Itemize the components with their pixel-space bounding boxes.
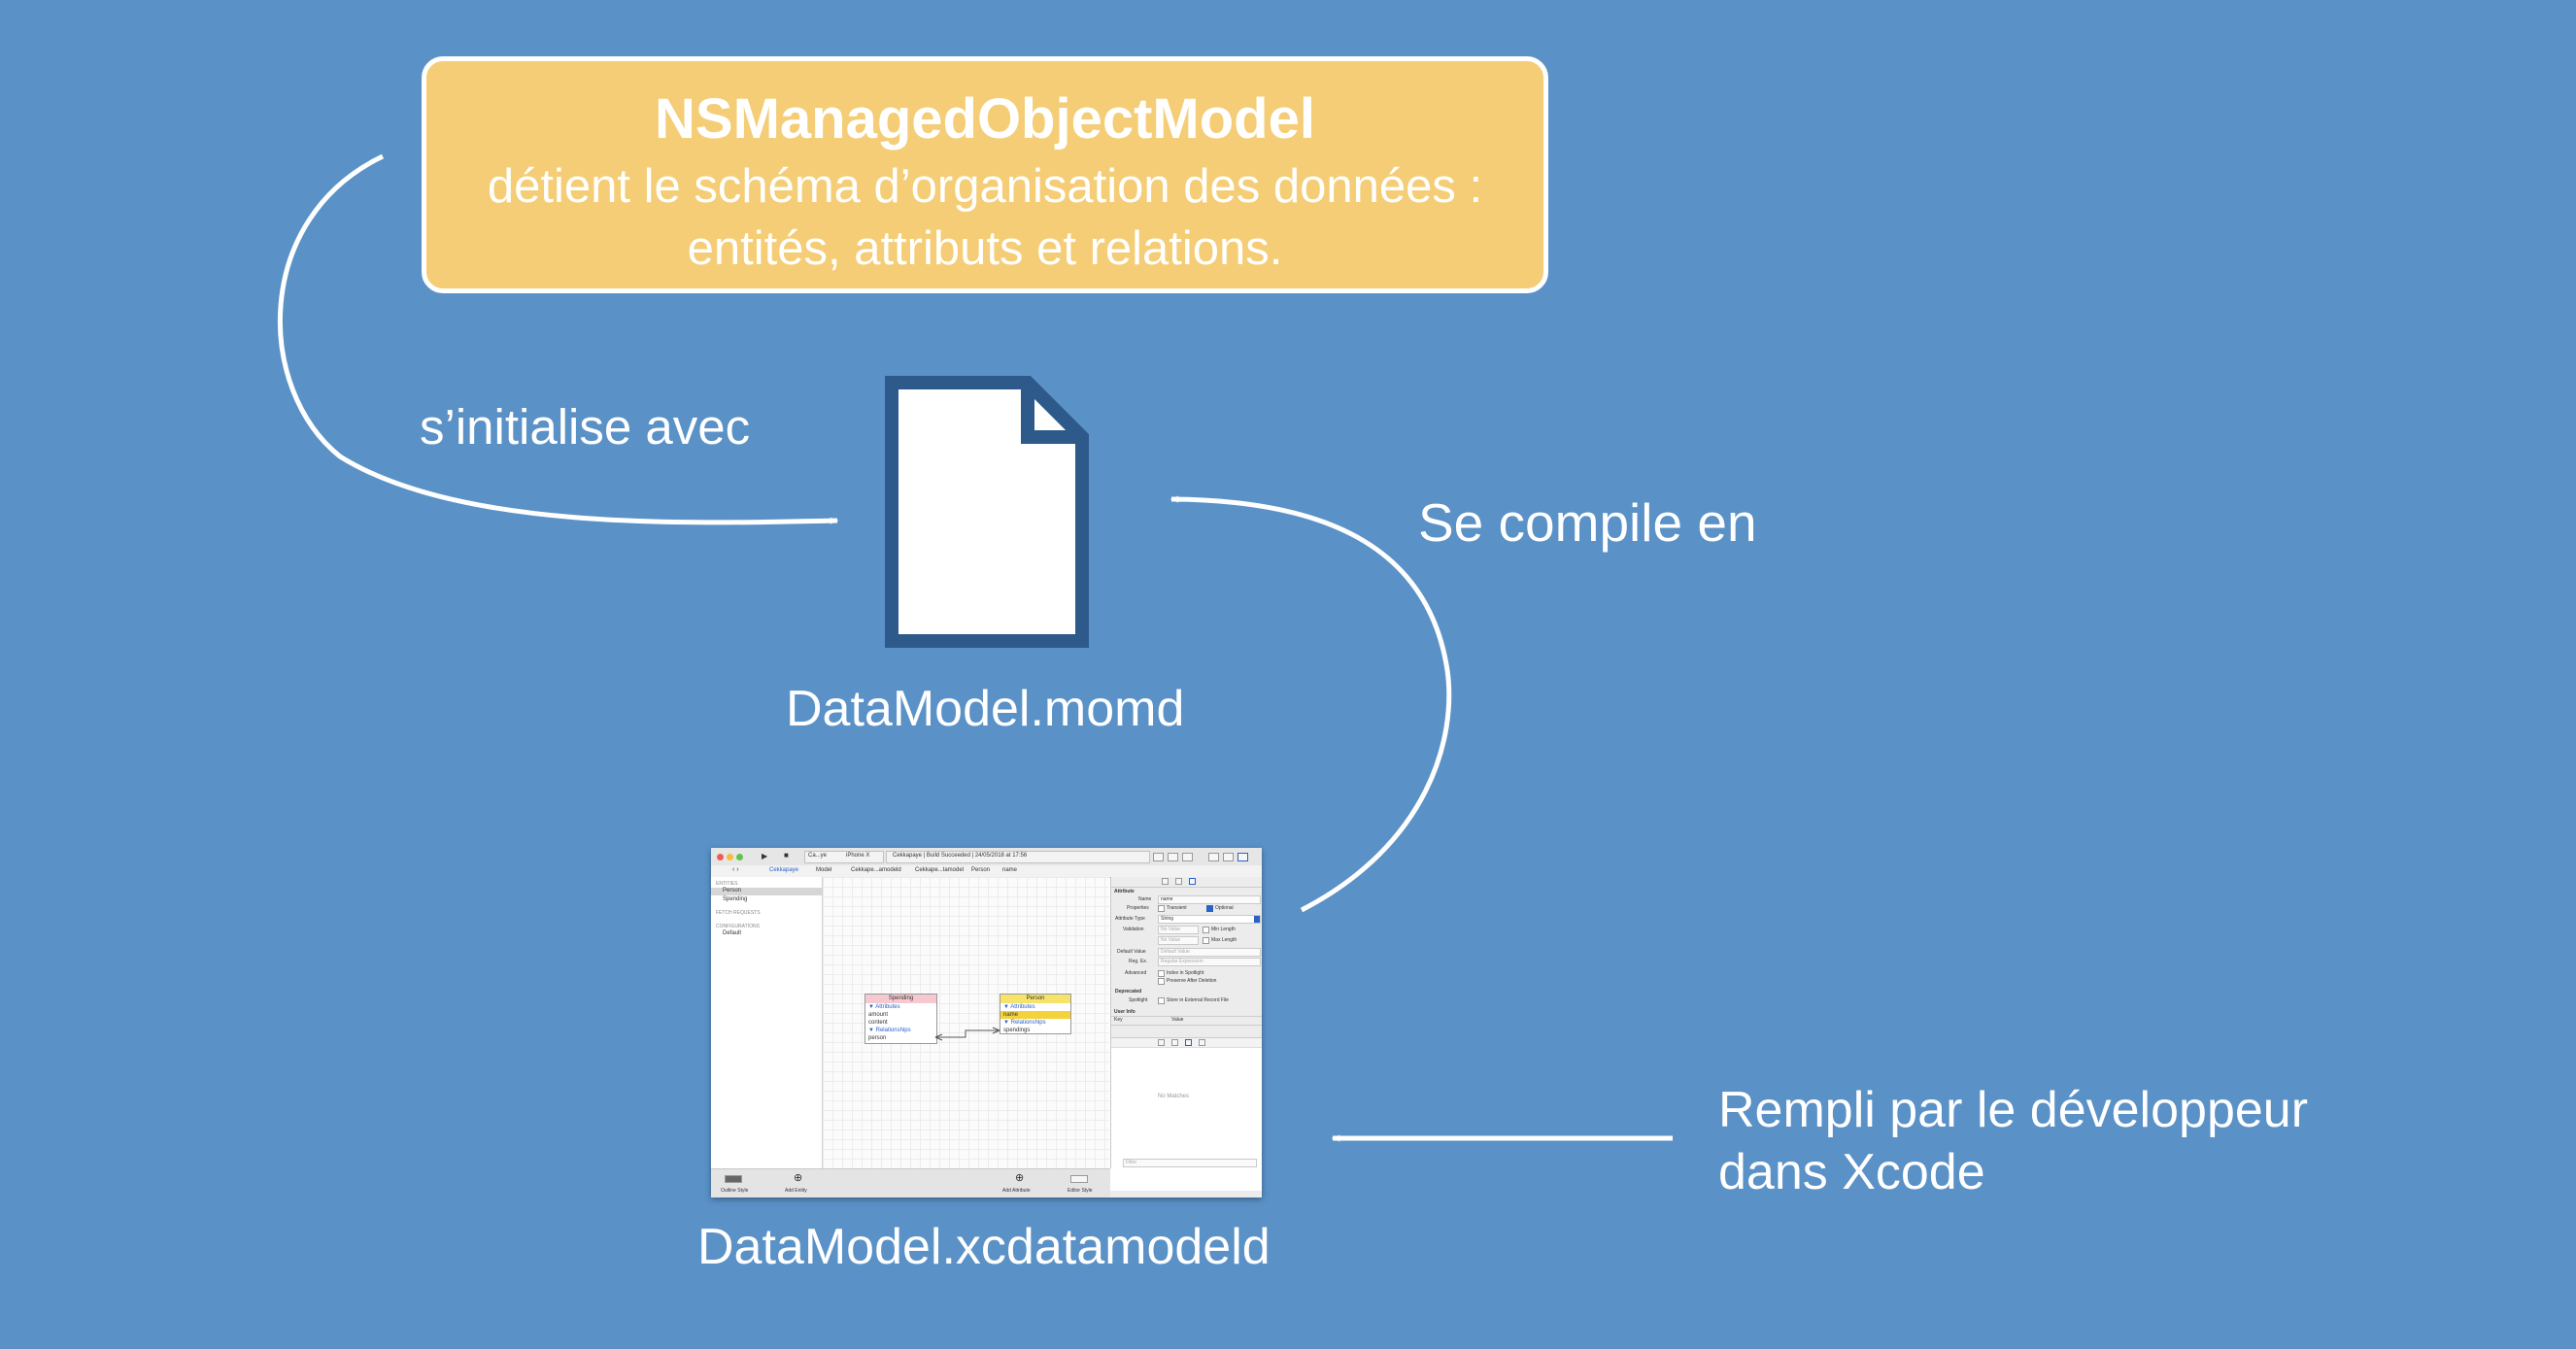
file-template-icon[interactable] (1158, 1039, 1165, 1046)
no-matches-text: No Matches (1158, 1094, 1190, 1099)
max-length-label: Max Length (1211, 937, 1237, 943)
rempli-line2: dans Xcode (1718, 1144, 1985, 1200)
outline-style-label: Outline Style (721, 1188, 749, 1194)
editor-bottom-bar: Outline Style ⊕ Add Entity ⊕ Add Attribu… (711, 1168, 1110, 1197)
managed-object-model-box: NSManagedObjectModel détient le schéma d… (422, 56, 1548, 293)
deprecated-label: Deprecated (1115, 989, 1142, 995)
compile-label: Se compile en (1418, 492, 1757, 553)
preserve-deletion-checkbox[interactable] (1158, 978, 1165, 985)
media-library-icon[interactable] (1199, 1039, 1205, 1046)
regex-field[interactable]: Regular Expression (1158, 958, 1261, 966)
add-attribute-icon[interactable]: ⊕ (1015, 1171, 1024, 1184)
outline-style-icon[interactable] (725, 1175, 742, 1183)
xcode-screenshot: ▶ ■ Ca...ye iPhone X Cekkapaye | Build S… (711, 848, 1262, 1197)
transient-label: Transient (1167, 905, 1187, 911)
index-spotlight-label: Index in Spotlight (1167, 970, 1204, 976)
rempli-label: Rempli par le développeur dans Xcode (1718, 1079, 2308, 1203)
max-length-checkbox[interactable] (1203, 937, 1209, 944)
index-spotlight-checkbox[interactable] (1158, 970, 1165, 977)
attribute-inspector: Attribute Name name Properties Transient… (1110, 877, 1262, 1169)
document-icon (885, 376, 1089, 648)
advanced-label: Advanced (1125, 970, 1147, 976)
filter-field[interactable]: Filter (1123, 1159, 1257, 1167)
help-inspector-icon[interactable] (1175, 878, 1182, 885)
validation-label: Validation (1123, 927, 1144, 932)
value-column[interactable]: Value (1171, 1017, 1183, 1023)
editor-style-label: Editor Style (1068, 1188, 1093, 1194)
model-desc-line1: détient le schéma d’organisation des don… (487, 160, 1483, 213)
momd-label: DataModel.momd (786, 681, 1185, 737)
preserve-deletion-label: Preserve After Deletion (1167, 978, 1217, 984)
attribute-type-select[interactable]: String (1158, 915, 1261, 924)
user-info-table-header: Key Value (1111, 1016, 1262, 1026)
default-value-label: Default Value (1117, 949, 1146, 955)
model-desc-line2: entités, attributs et relations. (687, 222, 1283, 275)
xcdatamodeld-label: DataModel.xcdatamodeld (697, 1219, 1271, 1275)
name-label: Name (1138, 896, 1152, 902)
inspector-section-title: Attribute (1114, 889, 1135, 894)
transient-checkbox[interactable] (1158, 905, 1165, 912)
file-inspector-icon[interactable] (1162, 878, 1169, 885)
model-title: NSManagedObjectModel (655, 87, 1315, 151)
model-description: détient le schéma d’organisation des don… (426, 155, 1543, 280)
inspector-bottom-bar (1110, 1191, 1262, 1197)
min-length-checkbox[interactable] (1203, 927, 1209, 933)
add-entity-label: Add Entity (785, 1188, 807, 1194)
default-value-field[interactable]: Default Value (1158, 948, 1261, 957)
name-field[interactable]: name (1158, 895, 1261, 904)
max-length-field[interactable]: No Value (1158, 936, 1199, 945)
store-external-label: Store in External Record File (1167, 997, 1229, 1003)
rempli-line1: Rempli par le développeur (1718, 1082, 2309, 1138)
code-snippet-icon[interactable] (1171, 1039, 1178, 1046)
initialise-label: s’initialise avec (420, 399, 751, 455)
regex-label: Reg. Ex. (1129, 959, 1148, 964)
min-length-label: Min Length (1211, 927, 1236, 932)
object-library-icon[interactable] (1185, 1039, 1192, 1046)
library-pane: No Matches Filter (1111, 1037, 1262, 1169)
add-entity-icon[interactable]: ⊕ (794, 1171, 802, 1184)
data-model-inspector-icon[interactable] (1189, 878, 1196, 885)
inspector-tabs (1111, 877, 1262, 888)
attribute-type-label: Attribute Type (1115, 916, 1145, 922)
select-arrow-icon (1254, 916, 1260, 923)
store-external-checkbox[interactable] (1158, 997, 1165, 1004)
key-column[interactable]: Key (1114, 1017, 1123, 1023)
user-info-label: User Info (1114, 1009, 1135, 1015)
spotlight-label: Spotlight (1129, 997, 1148, 1003)
properties-label: Properties (1127, 905, 1149, 911)
library-tabs (1111, 1038, 1262, 1048)
editor-style-icon[interactable] (1070, 1175, 1088, 1183)
optional-label: Optional (1215, 905, 1234, 911)
optional-checkbox[interactable] (1206, 905, 1213, 912)
add-attribute-label: Add Attribute (1002, 1188, 1031, 1194)
min-length-field[interactable]: No Value (1158, 926, 1199, 934)
